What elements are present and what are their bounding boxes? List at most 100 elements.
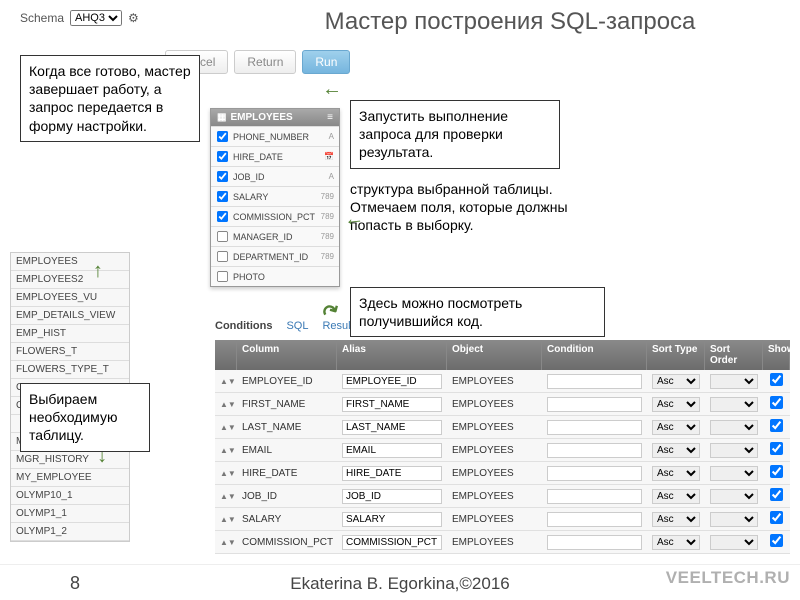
sorttype-select[interactable]: Asc <box>652 374 700 389</box>
condition-input[interactable] <box>547 466 642 481</box>
sortorder-select[interactable] <box>710 512 758 527</box>
cell-alias[interactable] <box>337 440 447 461</box>
column-checkbox[interactable] <box>217 211 228 222</box>
return-button[interactable]: Return <box>234 50 296 74</box>
condition-input[interactable] <box>547 512 642 527</box>
column-row[interactable]: MANAGER_ID789 <box>211 226 339 246</box>
sortorder-select[interactable] <box>710 443 758 458</box>
row-reorder[interactable]: ▲▼ <box>215 535 237 550</box>
table-list-item[interactable]: OLYMP1_1 <box>11 505 129 523</box>
cell-show[interactable] <box>763 485 790 507</box>
show-checkbox[interactable] <box>770 442 783 455</box>
cell-alias[interactable] <box>337 417 447 438</box>
table-list-item[interactable]: FLOWERS_TYPE_T <box>11 361 129 379</box>
table-list-item[interactable]: OLYMP10_1 <box>11 487 129 505</box>
column-checkbox[interactable] <box>217 191 228 202</box>
row-reorder[interactable]: ▲▼ <box>215 420 237 435</box>
show-checkbox[interactable] <box>770 373 783 386</box>
cell-sortorder[interactable] <box>705 440 763 461</box>
show-checkbox[interactable] <box>770 511 783 524</box>
cell-condition[interactable] <box>542 440 647 461</box>
cell-sorttype[interactable]: Asc <box>647 417 705 438</box>
table-list-item[interactable]: MY_EMPLOYEE <box>11 469 129 487</box>
column-checkbox[interactable] <box>217 271 228 282</box>
alias-input[interactable] <box>342 420 442 435</box>
run-button[interactable]: Run <box>302 50 350 74</box>
alias-input[interactable] <box>342 535 442 550</box>
table-list-item[interactable]: FLOWERS_T <box>11 343 129 361</box>
menu-icon[interactable]: ≡ <box>327 112 333 123</box>
column-checkbox[interactable] <box>217 251 228 262</box>
alias-input[interactable] <box>342 466 442 481</box>
cell-sortorder[interactable] <box>705 532 763 553</box>
sorttype-select[interactable]: Asc <box>652 512 700 527</box>
schema-select[interactable]: AHQ3 <box>70 10 122 26</box>
cell-sorttype[interactable]: Asc <box>647 486 705 507</box>
cell-show[interactable] <box>763 393 790 415</box>
cell-sortorder[interactable] <box>705 463 763 484</box>
condition-input[interactable] <box>547 374 642 389</box>
sortorder-select[interactable] <box>710 420 758 435</box>
column-row[interactable]: COMMISSION_PCT789 <box>211 206 339 226</box>
column-row[interactable]: SALARY789 <box>211 186 339 206</box>
cell-sortorder[interactable] <box>705 417 763 438</box>
sorttype-select[interactable]: Asc <box>652 489 700 504</box>
row-reorder[interactable]: ▲▼ <box>215 397 237 412</box>
cell-alias[interactable] <box>337 371 447 392</box>
sorttype-select[interactable]: Asc <box>652 397 700 412</box>
cell-condition[interactable] <box>542 394 647 415</box>
cell-sorttype[interactable]: Asc <box>647 371 705 392</box>
cell-sorttype[interactable]: Asc <box>647 509 705 530</box>
tab-conditions[interactable]: Conditions <box>215 320 272 332</box>
cell-show[interactable] <box>763 531 790 553</box>
column-row[interactable]: PHOTO <box>211 266 339 286</box>
show-checkbox[interactable] <box>770 534 783 547</box>
cell-alias[interactable] <box>337 509 447 530</box>
cell-show[interactable] <box>763 439 790 461</box>
cell-sortorder[interactable] <box>705 371 763 392</box>
row-reorder[interactable]: ▲▼ <box>215 489 237 504</box>
cell-alias[interactable] <box>337 394 447 415</box>
column-row[interactable]: PHONE_NUMBERA <box>211 126 339 146</box>
table-list-item[interactable]: OLYMP1_2 <box>11 523 129 541</box>
row-reorder[interactable]: ▲▼ <box>215 374 237 389</box>
condition-input[interactable] <box>547 535 642 550</box>
condition-input[interactable] <box>547 420 642 435</box>
sortorder-select[interactable] <box>710 535 758 550</box>
gear-icon[interactable]: ⚙ <box>128 11 139 25</box>
sorttype-select[interactable]: Asc <box>652 466 700 481</box>
table-list-item[interactable]: EMPLOYEES_VU <box>11 289 129 307</box>
cell-condition[interactable] <box>542 486 647 507</box>
alias-input[interactable] <box>342 443 442 458</box>
cell-show[interactable] <box>763 462 790 484</box>
tab-sql[interactable]: SQL <box>286 320 308 332</box>
cell-sortorder[interactable] <box>705 394 763 415</box>
cell-sortorder[interactable] <box>705 486 763 507</box>
alias-input[interactable] <box>342 397 442 412</box>
sorttype-select[interactable]: Asc <box>652 420 700 435</box>
show-checkbox[interactable] <box>770 465 783 478</box>
condition-input[interactable] <box>547 397 642 412</box>
alias-input[interactable] <box>342 374 442 389</box>
cell-show[interactable] <box>763 370 790 392</box>
cell-alias[interactable] <box>337 463 447 484</box>
row-reorder[interactable]: ▲▼ <box>215 512 237 527</box>
sortorder-select[interactable] <box>710 489 758 504</box>
columns-panel-header[interactable]: ▦ EMPLOYEES ≡ <box>211 109 339 126</box>
sorttype-select[interactable]: Asc <box>652 535 700 550</box>
cell-show[interactable] <box>763 416 790 438</box>
table-list-item[interactable]: EMP_HIST <box>11 325 129 343</box>
condition-input[interactable] <box>547 443 642 458</box>
cell-condition[interactable] <box>542 509 647 530</box>
column-checkbox[interactable] <box>217 151 228 162</box>
condition-input[interactable] <box>547 489 642 504</box>
sorttype-select[interactable]: Asc <box>652 443 700 458</box>
cell-show[interactable] <box>763 508 790 530</box>
cell-sorttype[interactable]: Asc <box>647 532 705 553</box>
column-row[interactable]: HIRE_DATE📅 <box>211 146 339 166</box>
show-checkbox[interactable] <box>770 488 783 501</box>
alias-input[interactable] <box>342 489 442 504</box>
column-checkbox[interactable] <box>217 231 228 242</box>
sortorder-select[interactable] <box>710 466 758 481</box>
cell-sorttype[interactable]: Asc <box>647 394 705 415</box>
